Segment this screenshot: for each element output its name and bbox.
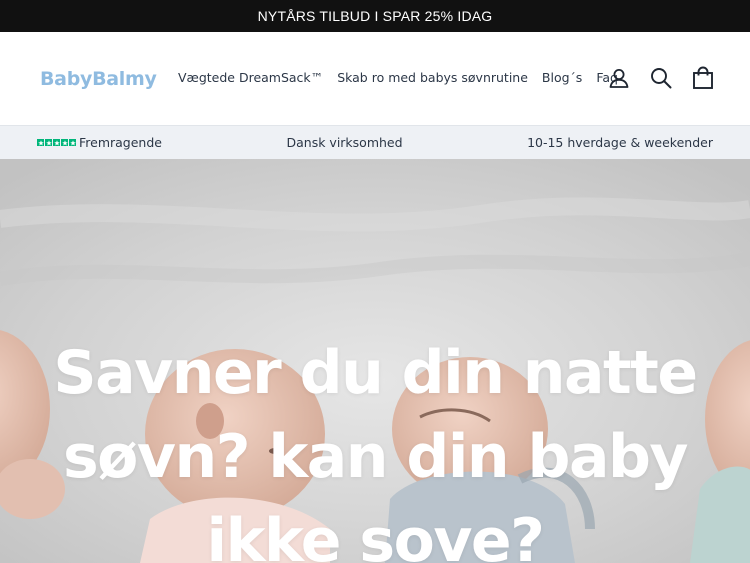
rating-label: Fremragende <box>79 135 162 150</box>
site-header: BabyBalmy Vægtede DreamSack™ Skab ro med… <box>0 32 750 125</box>
logo[interactable]: BabyBalmy <box>40 68 157 90</box>
account-icon[interactable] <box>608 66 630 90</box>
star-icon <box>69 139 76 146</box>
cart-icon[interactable] <box>692 66 714 90</box>
announcement-bar: NYTÅRS TILBUD I SPAR 25% IDAG <box>0 0 750 32</box>
nav-item-dreamsack[interactable]: Vægtede DreamSack™ <box>178 70 323 85</box>
star-icon <box>37 139 44 146</box>
rating-stars <box>37 139 76 146</box>
usp-danish-company: Dansk virksomhed <box>286 135 403 150</box>
announcement-text: NYTÅRS TILBUD I SPAR 25% IDAG <box>257 8 493 24</box>
usp-delivery: 10-15 hverdage & weekender <box>527 135 713 150</box>
hero-banner[interactable]: Savner du din natte søvn? kan din baby i… <box>0 159 750 563</box>
trustpilot-rating[interactable]: Fremragende <box>37 135 162 150</box>
star-icon <box>53 139 60 146</box>
usp-bar: Fremragende Dansk virksomhed 10-15 hverd… <box>0 125 750 159</box>
search-icon[interactable] <box>650 66 672 90</box>
main-nav: Vægtede DreamSack™ Skab ro med babys søv… <box>178 70 632 85</box>
hero-title: Savner du din natte søvn? kan din baby i… <box>53 338 698 563</box>
star-icon <box>61 139 68 146</box>
nav-item-blog[interactable]: Blog´s <box>542 70 582 85</box>
header-icons <box>608 66 714 90</box>
star-icon <box>45 139 52 146</box>
nav-item-sleep-routine[interactable]: Skab ro med babys søvnrutine <box>337 70 528 85</box>
